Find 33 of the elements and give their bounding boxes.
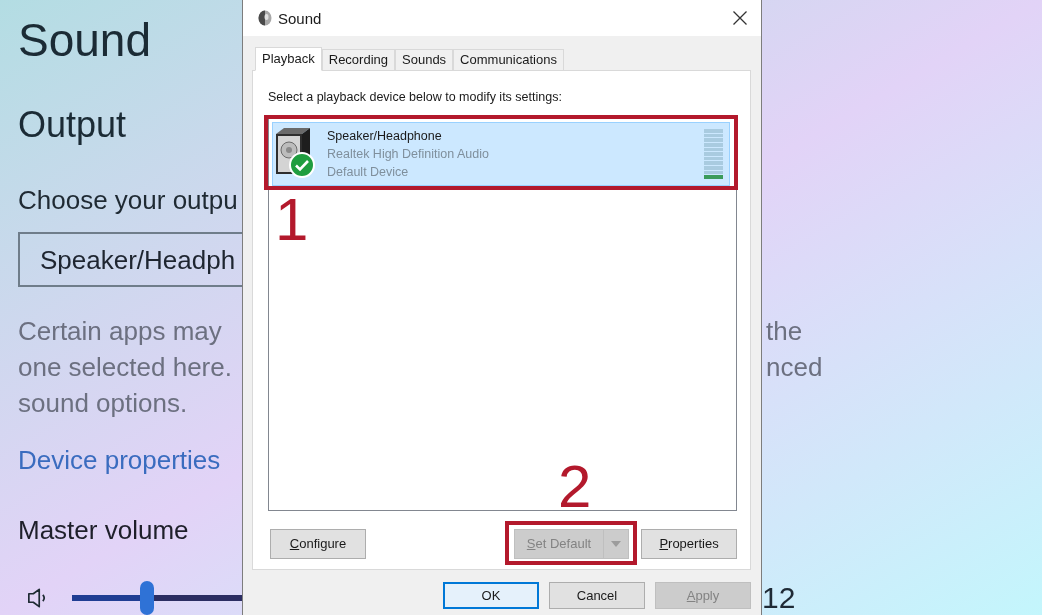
device-driver: Realtek High Definition Audio: [327, 146, 489, 163]
action-button[interactable]: Configure: [270, 528, 366, 559]
page-title: Sound: [18, 17, 151, 63]
device-name: Speaker/Headphone: [327, 128, 442, 145]
dialog-button[interactable]: Cancel: [549, 582, 645, 609]
description-text: nced: [765, 354, 823, 380]
tab[interactable]: Recording: [321, 49, 395, 70]
field-label: Choose your outpu: [18, 187, 238, 213]
annotation-number: 1: [275, 190, 309, 250]
dropdown-arrow-button[interactable]: [604, 528, 629, 559]
description-text: the: [765, 318, 803, 344]
description-text: one selected here.: [18, 354, 232, 380]
speaker-icon: [258, 10, 272, 26]
volume-value: 12: [762, 583, 796, 613]
tab[interactable]: Playback: [255, 47, 322, 71]
close-button[interactable]: [732, 10, 747, 26]
volume-icon[interactable]: [28, 588, 46, 608]
description-text: sound options.: [18, 390, 188, 416]
slider-thumb[interactable]: [139, 581, 154, 615]
caret-icon: [611, 540, 621, 547]
section-heading: Output: [18, 107, 127, 143]
close-icon: [732, 11, 747, 25]
description-text: Certain apps may: [18, 318, 222, 344]
device-item[interactable]: Speaker/Headphone Realtek High Definition Audio Default Device: [272, 122, 730, 186]
volume-label: Master volume: [18, 517, 189, 543]
action-button[interactable]: Properties: [641, 528, 737, 559]
dialog-button[interactable]: OK: [443, 582, 539, 609]
tab[interactable]: Communications: [453, 49, 564, 70]
window-title: Sound: [278, 10, 322, 26]
instruction-text: Select a playback device below to modify its settings:: [268, 90, 562, 105]
tab[interactable]: Sounds: [395, 49, 454, 70]
device-status: Default Device: [327, 164, 409, 181]
device-properties-link[interactable]: Device properties: [18, 447, 221, 473]
